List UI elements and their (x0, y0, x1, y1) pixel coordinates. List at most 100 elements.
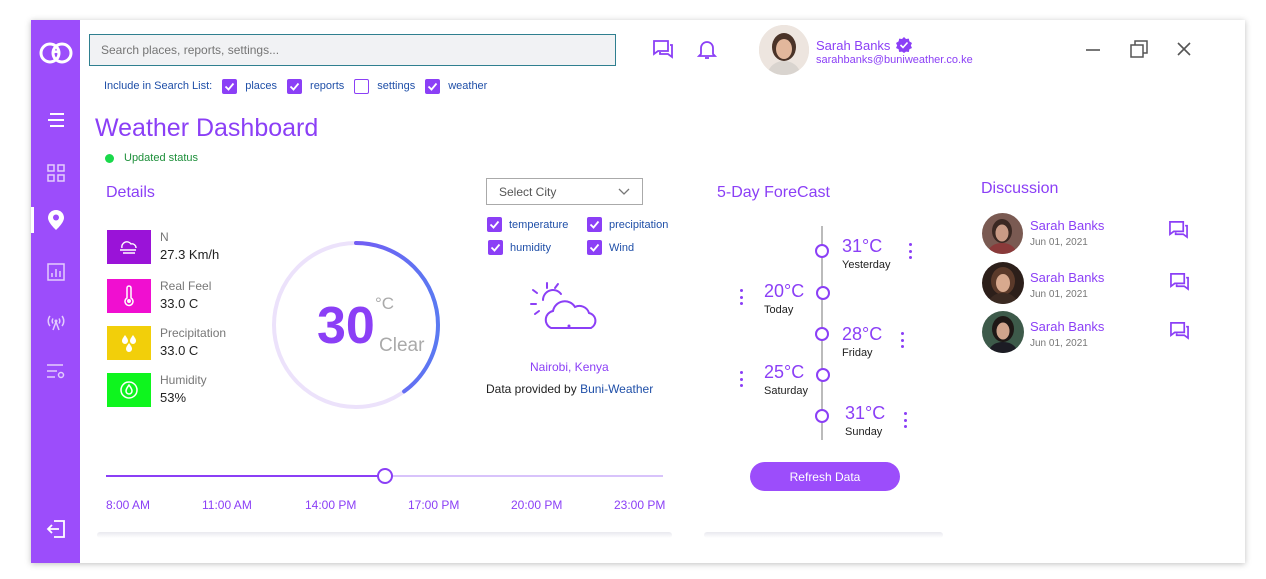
wind-checkbox[interactable] (587, 240, 602, 255)
metric-label: Humidity (160, 373, 207, 387)
time-slider-fill (106, 475, 385, 477)
option-precipitation[interactable]: precipitation (587, 217, 668, 232)
option-wind[interactable]: Wind (587, 240, 634, 255)
user-photo (759, 25, 809, 75)
filter-weather-label: weather (448, 80, 488, 92)
broadcast-tower-icon (47, 315, 64, 331)
avatar[interactable] (982, 213, 1023, 254)
more-options-icon[interactable] (908, 243, 912, 259)
sidebar-item-reports[interactable] (31, 255, 80, 289)
sidebar-item-settings[interactable] (31, 354, 80, 388)
menu-button[interactable] (31, 103, 80, 137)
menu-icon (47, 113, 64, 127)
user-photo (982, 213, 1023, 254)
filter-weather-checkbox[interactable] (425, 78, 441, 94)
humidity-checkbox[interactable] (488, 240, 503, 255)
location-pin-icon (47, 210, 64, 230)
metric-value: 33.0 C (160, 343, 199, 358)
discussion-date: Jun 01, 2021 (1030, 237, 1088, 248)
forecast-node (815, 327, 829, 341)
search-input[interactable] (89, 34, 616, 66)
forecast-day: Sunday (845, 426, 883, 438)
more-options-icon[interactable] (903, 412, 907, 428)
user-photo (982, 311, 1024, 353)
logo-icon (39, 42, 73, 64)
filter-reports-checkbox[interactable] (287, 78, 303, 94)
sidebar-item-stations[interactable] (31, 305, 80, 339)
forecast-temp: 25°C (764, 362, 805, 382)
forecast-temp: 20°C (764, 281, 805, 301)
discussion-author[interactable]: Sarah Banks (1030, 270, 1104, 285)
metric-label: Real Feel (160, 279, 212, 293)
discussion-author[interactable]: Sarah Banks (1030, 218, 1104, 233)
metric-label: Precipitation (160, 326, 227, 340)
card-shadow (704, 532, 943, 538)
user-photo (982, 262, 1024, 304)
chat-icon[interactable] (1169, 272, 1190, 291)
avatar[interactable] (982, 262, 1024, 304)
verified-badge-icon (896, 37, 912, 53)
condition-text: Clear (379, 335, 425, 356)
temperature-unit: °C (375, 294, 395, 313)
chevron-down-icon (618, 188, 630, 195)
filter-places-checkbox[interactable] (222, 78, 238, 94)
chat-icon[interactable] (652, 39, 674, 59)
metric-humidity: Humidity 53% (107, 373, 287, 407)
card-shadow (97, 532, 672, 538)
provided-prefix: Data provided by (486, 382, 581, 396)
temperature-checkbox[interactable] (487, 217, 502, 232)
time-label: 14:00 PM (305, 498, 357, 512)
more-options-icon[interactable] (900, 332, 904, 348)
grid-icon (46, 164, 65, 182)
temperature-value: 30 (317, 297, 375, 355)
avatar[interactable] (759, 25, 809, 75)
option-temperature[interactable]: temperature (487, 217, 568, 232)
option-label: temperature (509, 218, 569, 231)
more-options-icon[interactable] (739, 371, 743, 387)
close-icon[interactable] (1176, 41, 1192, 57)
time-slider-thumb[interactable] (376, 468, 393, 484)
thermometer-icon (107, 279, 151, 313)
forecast-node (815, 244, 829, 258)
provider-link[interactable]: Buni-Weather (580, 382, 653, 396)
city-select-value: Select City (499, 184, 557, 199)
metric-value: 33.0 C (160, 296, 199, 311)
time-label: 20:00 PM (511, 498, 563, 512)
status-text: Updated status (124, 152, 198, 164)
forecast-heading: 5-Day ForeCast (717, 184, 830, 201)
precipitation-checkbox[interactable] (587, 217, 602, 232)
discussion-author[interactable]: Sarah Banks (1030, 319, 1104, 334)
discussion-date: Jun 01, 2021 (1030, 338, 1088, 349)
more-options-icon[interactable] (739, 289, 743, 305)
sidebar-item-dashboard[interactable] (31, 156, 80, 190)
status-indicator: Updated status (105, 152, 198, 164)
avatar[interactable] (982, 311, 1024, 353)
filter-reports-label: reports (310, 80, 345, 92)
sidebar (31, 20, 80, 563)
filter-settings-label: settings (377, 80, 416, 92)
chat-icon[interactable] (1169, 321, 1190, 340)
forecast-day: Friday (842, 347, 873, 359)
restore-icon[interactable] (1130, 40, 1148, 58)
partly-cloudy-icon (530, 282, 597, 329)
bell-icon[interactable] (697, 38, 717, 60)
filter-settings-checkbox[interactable] (354, 78, 370, 94)
option-label: precipitation (609, 218, 669, 231)
metric-wind: N 27.3 Km/h (107, 230, 287, 264)
location-text: Nairobi, Kenya (530, 360, 609, 374)
forecast-node (816, 368, 830, 382)
sidebar-item-places[interactable] (31, 203, 80, 237)
chat-icon[interactable] (1168, 220, 1189, 239)
metric-real-feel: Real Feel 33.0 C (107, 279, 287, 313)
forecast-day: Today (764, 304, 794, 316)
filter-label: Include in Search List: (104, 80, 213, 92)
metric-value: 53% (160, 390, 187, 405)
time-label: 8:00 AM (106, 498, 151, 512)
minimize-icon[interactable] (1085, 42, 1101, 58)
city-select[interactable]: Select City (486, 178, 643, 205)
refresh-data-button[interactable]: Refresh Data (750, 462, 900, 491)
forecast-temp: 28°C (842, 324, 883, 344)
logout-button[interactable] (31, 512, 80, 546)
logout-icon (46, 520, 65, 538)
option-humidity[interactable]: humidity (488, 240, 551, 255)
